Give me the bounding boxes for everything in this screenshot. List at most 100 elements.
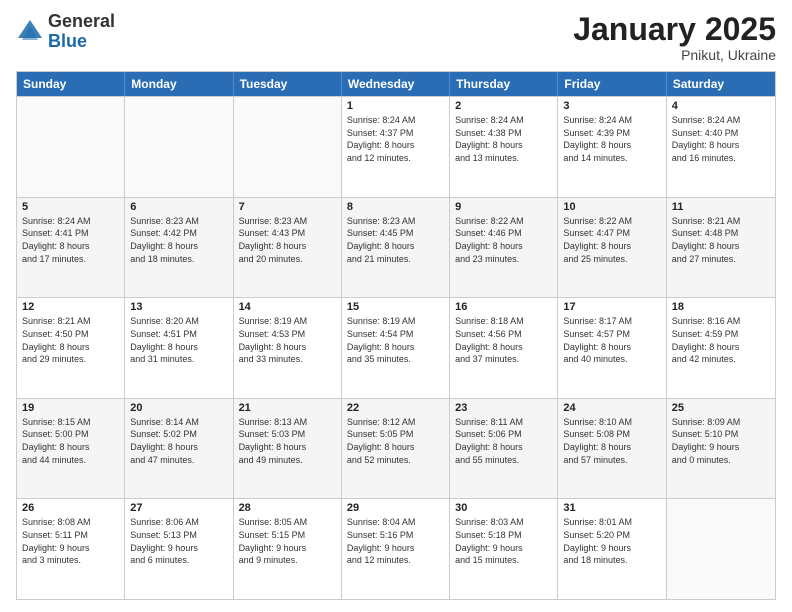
calendar-cell-26: 26Sunrise: 8:08 AM Sunset: 5:11 PM Dayli… [17, 499, 125, 599]
day-number: 10 [563, 201, 660, 213]
cell-info: Sunrise: 8:19 AM Sunset: 4:54 PM Dayligh… [347, 315, 444, 365]
calendar-cell-30: 30 Sunrise: 8:03 AM Sunset: 5:18 PM Dayli… [450, 499, 558, 599]
calendar-cell-25: 25Sunrise: 8:09 AM Sunset: 5:10 PM Dayli… [667, 399, 775, 499]
cell-info: Sunrise: 8:24 AM Sunset: 4:40 PM Dayligh… [672, 114, 770, 164]
logo-text: General Blue [48, 12, 115, 52]
calendar-cell-21: 21 Sunrise: 8:13 AM Sunset: 5:03 PM Dayli… [234, 399, 342, 499]
calendar-row-3: 19 Sunrise: 8:15 AM Sunset: 5:00 PM Dayli… [17, 398, 775, 499]
calendar-cell-27: 27Sunrise: 8:06 AM Sunset: 5:13 PM Dayli… [125, 499, 233, 599]
day-number: 13 [130, 301, 227, 313]
day-number: 5 [22, 201, 119, 213]
page: General Blue January 2025 Pnikut, Ukrain… [0, 0, 792, 612]
cell-info: Sunrise: 8:24 AM Sunset: 4:39 PM Dayligh… [563, 114, 660, 164]
day-number: 1 [347, 100, 444, 112]
day-number: 4 [672, 100, 770, 112]
cell-info: Sunrise: 8:22 AM Sunset: 4:46 PM Dayligh… [455, 215, 552, 265]
cell-info: Sunrise: 8:19 AM Sunset: 4:53 PM Dayligh… [239, 315, 336, 365]
header-day-wednesday: Wednesday [342, 72, 450, 96]
cell-info: Sunrise: 8:10 AM Sunset: 5:08 PM Dayligh… [563, 416, 660, 466]
calendar-cell-2: 2Sunrise: 8:24 AM Sunset: 4:38 PM Daylig… [450, 97, 558, 197]
cell-info: Sunrise: 8:14 AM Sunset: 5:02 PM Dayligh… [130, 416, 227, 466]
logo: General Blue [16, 12, 115, 52]
day-number: 24 [563, 402, 660, 414]
calendar-cell-23: 23 Sunrise: 8:11 AM Sunset: 5:06 PM Dayli… [450, 399, 558, 499]
calendar-cell-16: 16Sunrise: 8:18 AM Sunset: 4:56 PM Dayli… [450, 298, 558, 398]
cell-info: Sunrise: 8:03 AM Sunset: 5:18 PM Dayligh… [455, 516, 552, 566]
cell-info: Sunrise: 8:12 AM Sunset: 5:05 PM Dayligh… [347, 416, 444, 466]
calendar-cell-7: 7 Sunrise: 8:23 AM Sunset: 4:43 PM Daylig… [234, 198, 342, 298]
logo-general-text: General [48, 11, 115, 31]
calendar-row-1: 5Sunrise: 8:24 AM Sunset: 4:41 PM Daylig… [17, 197, 775, 298]
calendar-cell-31: 31 Sunrise: 8:01 AM Sunset: 5:20 PM Dayli… [558, 499, 666, 599]
cell-info: Sunrise: 8:21 AM Sunset: 4:48 PM Dayligh… [672, 215, 770, 265]
day-number: 17 [563, 301, 660, 313]
cell-info: Sunrise: 8:24 AM Sunset: 4:37 PM Dayligh… [347, 114, 444, 164]
cell-info: Sunrise: 8:22 AM Sunset: 4:47 PM Dayligh… [563, 215, 660, 265]
cell-info: Sunrise: 8:20 AM Sunset: 4:51 PM Dayligh… [130, 315, 227, 365]
header-day-sunday: Sunday [17, 72, 125, 96]
cell-info: Sunrise: 8:09 AM Sunset: 5:10 PM Dayligh… [672, 416, 770, 466]
header: General Blue January 2025 Pnikut, Ukrain… [16, 12, 776, 63]
day-number: 6 [130, 201, 227, 213]
calendar-row-2: 12Sunrise: 8:21 AM Sunset: 4:50 PM Dayli… [17, 297, 775, 398]
cell-info: Sunrise: 8:17 AM Sunset: 4:57 PM Dayligh… [563, 315, 660, 365]
cell-info: Sunrise: 8:04 AM Sunset: 5:16 PM Dayligh… [347, 516, 444, 566]
cell-info: Sunrise: 8:05 AM Sunset: 5:15 PM Dayligh… [239, 516, 336, 566]
cell-info: Sunrise: 8:13 AM Sunset: 5:03 PM Dayligh… [239, 416, 336, 466]
month-title: January 2025 [573, 12, 776, 47]
calendar-cell-empty-1 [125, 97, 233, 197]
day-number: 26 [22, 502, 119, 514]
logo-icon [16, 18, 44, 46]
header-day-friday: Friday [558, 72, 666, 96]
calendar-row-0: 1 Sunrise: 8:24 AM Sunset: 4:37 PM Daylig… [17, 96, 775, 197]
calendar-cell-empty-6 [667, 499, 775, 599]
day-number: 8 [347, 201, 444, 213]
header-day-thursday: Thursday [450, 72, 558, 96]
header-day-tuesday: Tuesday [234, 72, 342, 96]
cell-info: Sunrise: 8:18 AM Sunset: 4:56 PM Dayligh… [455, 315, 552, 365]
location: Pnikut, Ukraine [573, 47, 776, 63]
day-number: 14 [239, 301, 336, 313]
header-day-monday: Monday [125, 72, 233, 96]
cell-info: Sunrise: 8:01 AM Sunset: 5:20 PM Dayligh… [563, 516, 660, 566]
cell-info: Sunrise: 8:15 AM Sunset: 5:00 PM Dayligh… [22, 416, 119, 466]
calendar-cell-19: 19 Sunrise: 8:15 AM Sunset: 5:00 PM Dayli… [17, 399, 125, 499]
calendar-cell-10: 10 Sunrise: 8:22 AM Sunset: 4:47 PM Dayli… [558, 198, 666, 298]
calendar-cell-28: 28Sunrise: 8:05 AM Sunset: 5:15 PM Dayli… [234, 499, 342, 599]
calendar-cell-17: 17 Sunrise: 8:17 AM Sunset: 4:57 PM Dayli… [558, 298, 666, 398]
header-day-saturday: Saturday [667, 72, 775, 96]
cell-info: Sunrise: 8:21 AM Sunset: 4:50 PM Dayligh… [22, 315, 119, 365]
calendar-cell-13: 13 Sunrise: 8:20 AM Sunset: 4:51 PM Dayli… [125, 298, 233, 398]
calendar-cell-22: 22 Sunrise: 8:12 AM Sunset: 5:05 PM Dayli… [342, 399, 450, 499]
cell-info: Sunrise: 8:11 AM Sunset: 5:06 PM Dayligh… [455, 416, 552, 466]
cell-info: Sunrise: 8:24 AM Sunset: 4:38 PM Dayligh… [455, 114, 552, 164]
calendar-cell-29: 29 Sunrise: 8:04 AM Sunset: 5:16 PM Dayli… [342, 499, 450, 599]
day-number: 7 [239, 201, 336, 213]
calendar-cell-15: 15Sunrise: 8:19 AM Sunset: 4:54 PM Dayli… [342, 298, 450, 398]
calendar-cell-18: 18 Sunrise: 8:16 AM Sunset: 4:59 PM Dayli… [667, 298, 775, 398]
calendar-cell-20: 20 Sunrise: 8:14 AM Sunset: 5:02 PM Dayli… [125, 399, 233, 499]
day-number: 3 [563, 100, 660, 112]
day-number: 30 [455, 502, 552, 514]
day-number: 29 [347, 502, 444, 514]
day-number: 11 [672, 201, 770, 213]
day-number: 21 [239, 402, 336, 414]
day-number: 18 [672, 301, 770, 313]
cell-info: Sunrise: 8:16 AM Sunset: 4:59 PM Dayligh… [672, 315, 770, 365]
calendar: SundayMondayTuesdayWednesdayThursdayFrid… [16, 71, 776, 600]
calendar-cell-empty-2 [234, 97, 342, 197]
cell-info: Sunrise: 8:06 AM Sunset: 5:13 PM Dayligh… [130, 516, 227, 566]
cell-info: Sunrise: 8:23 AM Sunset: 4:42 PM Dayligh… [130, 215, 227, 265]
day-number: 23 [455, 402, 552, 414]
day-number: 19 [22, 402, 119, 414]
day-number: 22 [347, 402, 444, 414]
calendar-row-4: 26Sunrise: 8:08 AM Sunset: 5:11 PM Dayli… [17, 498, 775, 599]
day-number: 20 [130, 402, 227, 414]
calendar-cell-14: 14 Sunrise: 8:19 AM Sunset: 4:53 PM Dayli… [234, 298, 342, 398]
cell-info: Sunrise: 8:23 AM Sunset: 4:43 PM Dayligh… [239, 215, 336, 265]
calendar-cell-empty-0 [17, 97, 125, 197]
calendar-cell-8: 8Sunrise: 8:23 AM Sunset: 4:45 PM Daylig… [342, 198, 450, 298]
calendar-cell-6: 6 Sunrise: 8:23 AM Sunset: 4:42 PM Daylig… [125, 198, 233, 298]
calendar-cell-9: 9Sunrise: 8:22 AM Sunset: 4:46 PM Daylig… [450, 198, 558, 298]
day-number: 31 [563, 502, 660, 514]
